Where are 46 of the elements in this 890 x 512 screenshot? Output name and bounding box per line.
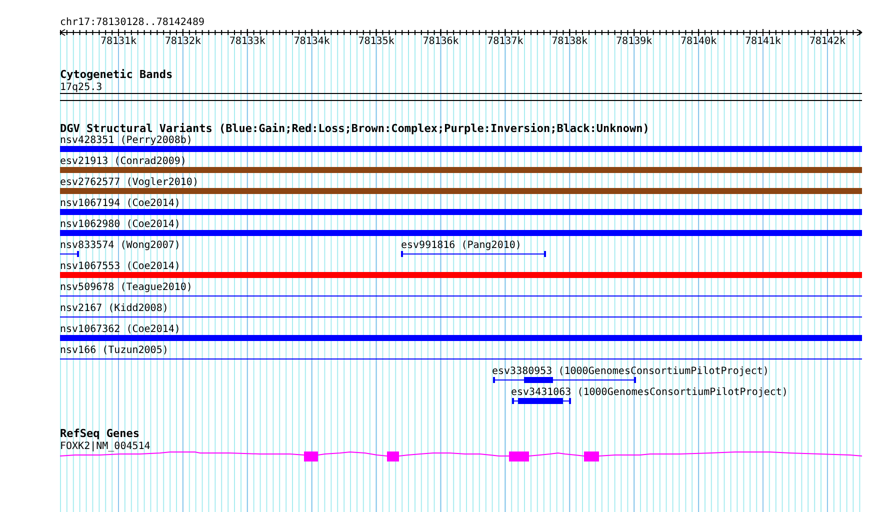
band-label: 17q25.3 [60, 82, 102, 93]
variant-label[interactable]: nsv833574 (Wong2007) [60, 240, 180, 251]
tick-label: 78138k [552, 36, 588, 47]
variant-line[interactable] [60, 316, 862, 318]
tick-label: 78136k [422, 36, 459, 47]
tick-label: 78132k [164, 36, 201, 47]
variant-bar[interactable] [60, 272, 862, 278]
variant-bar[interactable] [60, 335, 862, 341]
track-title: Cytogenetic Bands [60, 68, 173, 81]
variant-label[interactable]: nsv1067362 (Coe2014) [60, 324, 180, 335]
tick-label: 78140k [680, 36, 717, 47]
track-title: DGV Structural Variants (Blue:Gain;Red:Loss;Brown:Complex;Purple:Inversion;Black:Unknown) [60, 122, 650, 135]
track-title: RefSeq Genes [60, 427, 140, 440]
variant-bar[interactable] [60, 230, 862, 236]
tick-label: 78139k [616, 36, 652, 47]
variant-bar[interactable] [60, 188, 862, 194]
tick-label: 78133k [229, 36, 266, 47]
variant-label[interactable]: esv991816 (Pang2010) [401, 240, 522, 251]
variant-span[interactable] [493, 377, 636, 383]
tick-label: 78142k [809, 36, 846, 47]
variant-bar[interactable] [60, 146, 862, 152]
variant-label[interactable]: esv2762577 (Vogler2010) [60, 177, 198, 188]
tick-label: 78137k [487, 36, 524, 47]
variant-span[interactable] [512, 398, 571, 404]
gene-model[interactable] [60, 452, 862, 462]
tick-label: 78135k [358, 36, 394, 47]
variant-label[interactable]: esv21913 (Conrad2009) [60, 156, 186, 167]
variant-label[interactable]: nsv2167 (Kidd2008) [60, 303, 168, 314]
variant-span[interactable] [60, 251, 79, 257]
tick-label: 78131k [100, 36, 137, 47]
chromosome-location: chr17:78130128..78142489 [60, 17, 204, 28]
variant-label[interactable]: esv3380953 (1000GenomesConsortiumPilotProject) [492, 366, 769, 377]
variant-label[interactable]: nsv509678 (Teague2010) [60, 282, 192, 293]
variant-label[interactable]: nsv1067194 (Coe2014) [60, 198, 180, 209]
variant-label[interactable]: nsv1062980 (Coe2014) [60, 219, 180, 230]
variant-span[interactable] [401, 251, 546, 257]
variant-label[interactable]: nsv428351 (Perry2008b) [60, 135, 192, 146]
variant-bar[interactable] [60, 209, 862, 215]
variant-bar[interactable] [60, 167, 862, 173]
variant-label[interactable]: esv3431063 (1000GenomesConsortiumPilotProject) [511, 387, 788, 398]
variant-line[interactable] [60, 358, 862, 360]
variant-label[interactable]: nsv166 (Tuzun2005) [60, 345, 168, 356]
variant-label[interactable]: nsv1067553 (Coe2014) [60, 261, 180, 272]
gene-label[interactable]: FOXK2|NM_004514 [60, 441, 150, 452]
tick-label: 78134k [294, 36, 330, 47]
tick-label: 78141k [744, 36, 782, 47]
